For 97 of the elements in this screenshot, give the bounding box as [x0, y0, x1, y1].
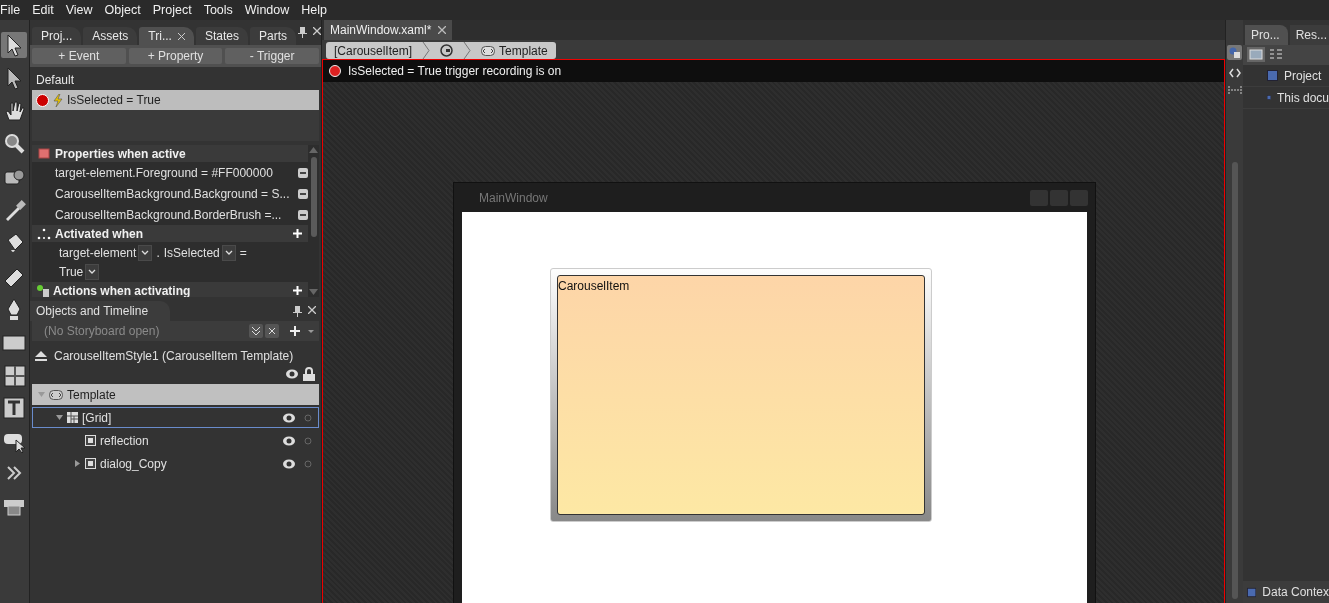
dropdown-value[interactable]: IsSelected — [163, 246, 220, 260]
text-icon[interactable] — [2, 395, 26, 421]
scroll-down-icon[interactable] — [309, 289, 318, 295]
expanded-arrow-icon[interactable] — [55, 414, 63, 421]
menu-item[interactable]: Project — [152, 3, 198, 17]
split-icon[interactable] — [1227, 86, 1242, 94]
breadcrumb-item[interactable]: [CarouselItem] — [334, 43, 413, 58]
list-view-icon[interactable] — [1268, 47, 1284, 62]
menu-item[interactable]: Object — [104, 3, 147, 17]
window-view-icon[interactable] — [1247, 47, 1265, 62]
lock-icon[interactable] — [303, 367, 315, 381]
scroll-up-icon[interactable] — [309, 147, 318, 153]
window-title: MainWindow — [479, 190, 549, 205]
property-item: target-element.Foreground = #FF000000 — [55, 165, 274, 180]
chevron-right-icon — [463, 42, 472, 59]
data-source-icon — [1247, 586, 1257, 598]
menu-item[interactable]: View — [65, 3, 99, 17]
section-header: Activated when — [55, 226, 144, 241]
data-item[interactable]: Data Contex — [1243, 581, 1329, 603]
code-icon[interactable] — [1228, 68, 1241, 78]
menu-item[interactable]: File — [0, 3, 27, 17]
scope-label: CarouselItemStyle1 (CarouselItem Template) — [54, 349, 294, 363]
group-label: Default — [35, 72, 76, 89]
layers-icon[interactable] — [1227, 45, 1242, 60]
add-icon[interactable] — [289, 325, 301, 337]
scope-up-icon[interactable] — [34, 350, 48, 362]
trigger-item[interactable]: IsSelected = True — [32, 90, 319, 110]
record-icon — [37, 147, 51, 160]
item-label: CarouselItem — [558, 279, 630, 293]
tree-item[interactable]: [Grid] — [32, 407, 319, 428]
data-source-icon — [1267, 70, 1278, 81]
hand-icon[interactable] — [2, 98, 26, 124]
operator-text: = — [239, 246, 247, 260]
remove-icon[interactable] — [298, 167, 308, 178]
property-item: CarouselItemBackground.BorderBrush =... — [55, 207, 283, 222]
data-item[interactable]: This docu — [1243, 87, 1329, 109]
close-icon[interactable] — [177, 32, 185, 40]
menu-item[interactable]: Tools — [203, 3, 239, 17]
style-icon — [440, 44, 454, 57]
carousel-item[interactable]: CarouselItem — [550, 268, 932, 522]
element-icon — [85, 435, 96, 446]
tree-item[interactable]: dialog_Copy — [32, 453, 319, 474]
lock-toggle-icon[interactable] — [304, 459, 312, 468]
panel-tab[interactable]: Objects and Timeline — [30, 301, 171, 321]
chevron-right-icon — [422, 42, 431, 59]
remove-icon[interactable] — [298, 188, 308, 199]
panel-tab[interactable]: States — [195, 27, 248, 45]
document-tab[interactable]: MainWindow.xaml* — [324, 20, 453, 40]
data-item[interactable]: Project — [1243, 65, 1329, 87]
panel-tab[interactable]: Parts — [249, 27, 296, 45]
pin-icon[interactable] — [293, 305, 302, 317]
recording-message: IsSelected = True trigger recording is on — [348, 64, 562, 78]
section-header: Properties when active — [55, 146, 186, 161]
property-item: CarouselItemBackground.Background = S... — [55, 186, 291, 201]
panel-tab[interactable]: Assets — [83, 27, 138, 45]
dropdown-caret-icon[interactable] — [85, 264, 100, 280]
element-icon — [85, 458, 96, 469]
separator-text: . — [156, 246, 160, 260]
eye-icon[interactable] — [285, 367, 299, 381]
storyboard-field[interactable]: (No Storyboard open) — [32, 321, 319, 341]
grid-icon — [67, 412, 78, 423]
panel-tab[interactable]: Tri... — [139, 27, 194, 45]
lock-toggle-icon[interactable] — [304, 436, 312, 445]
dropdown-caret-icon[interactable] — [221, 245, 236, 261]
chevron-down-icon[interactable] — [249, 324, 263, 338]
section-header: Actions when activating — [53, 283, 191, 297]
panel-tab[interactable]: Res... — [1289, 25, 1329, 45]
tree-item[interactable]: reflection — [32, 430, 319, 451]
menu-item[interactable]: Help — [301, 3, 333, 17]
remove-icon[interactable] — [298, 209, 308, 220]
template-icon — [49, 389, 63, 400]
pin-icon[interactable] — [297, 27, 307, 38]
close-icon[interactable] — [308, 305, 316, 314]
dropdown-caret-icon[interactable] — [138, 245, 153, 261]
grid-icon[interactable] — [2, 362, 26, 388]
template-icon — [481, 45, 496, 56]
panel-tab[interactable]: Proj... — [32, 27, 82, 45]
breadcrumb-item[interactable] — [440, 44, 454, 57]
panel-tab[interactable]: Pro... — [1245, 25, 1288, 45]
dropdown-value[interactable]: target-element — [59, 246, 137, 260]
storyboard-input[interactable]: (No Storyboard open) — [44, 324, 247, 338]
close-icon[interactable] — [438, 26, 447, 34]
menu-item[interactable]: Edit — [32, 3, 60, 17]
lightning-icon — [53, 93, 63, 107]
tree-item[interactable]: Template — [32, 384, 319, 405]
dots-icon — [37, 227, 51, 240]
toolbar-button[interactable]: - Trigger — [225, 48, 319, 64]
menu-item[interactable]: Window — [244, 3, 296, 17]
close-icon[interactable] — [312, 27, 321, 35]
toolbar-button[interactable]: + Property — [128, 48, 223, 64]
dropdown-value[interactable]: True — [59, 265, 84, 279]
toolbar-button[interactable]: + Event — [32, 48, 126, 64]
breadcrumb-item[interactable]: Template — [481, 43, 548, 58]
collapsed-arrow-icon[interactable] — [73, 460, 81, 467]
action-icon — [37, 284, 49, 297]
lock-toggle-icon[interactable] — [304, 413, 312, 422]
close-icon[interactable] — [265, 324, 279, 338]
